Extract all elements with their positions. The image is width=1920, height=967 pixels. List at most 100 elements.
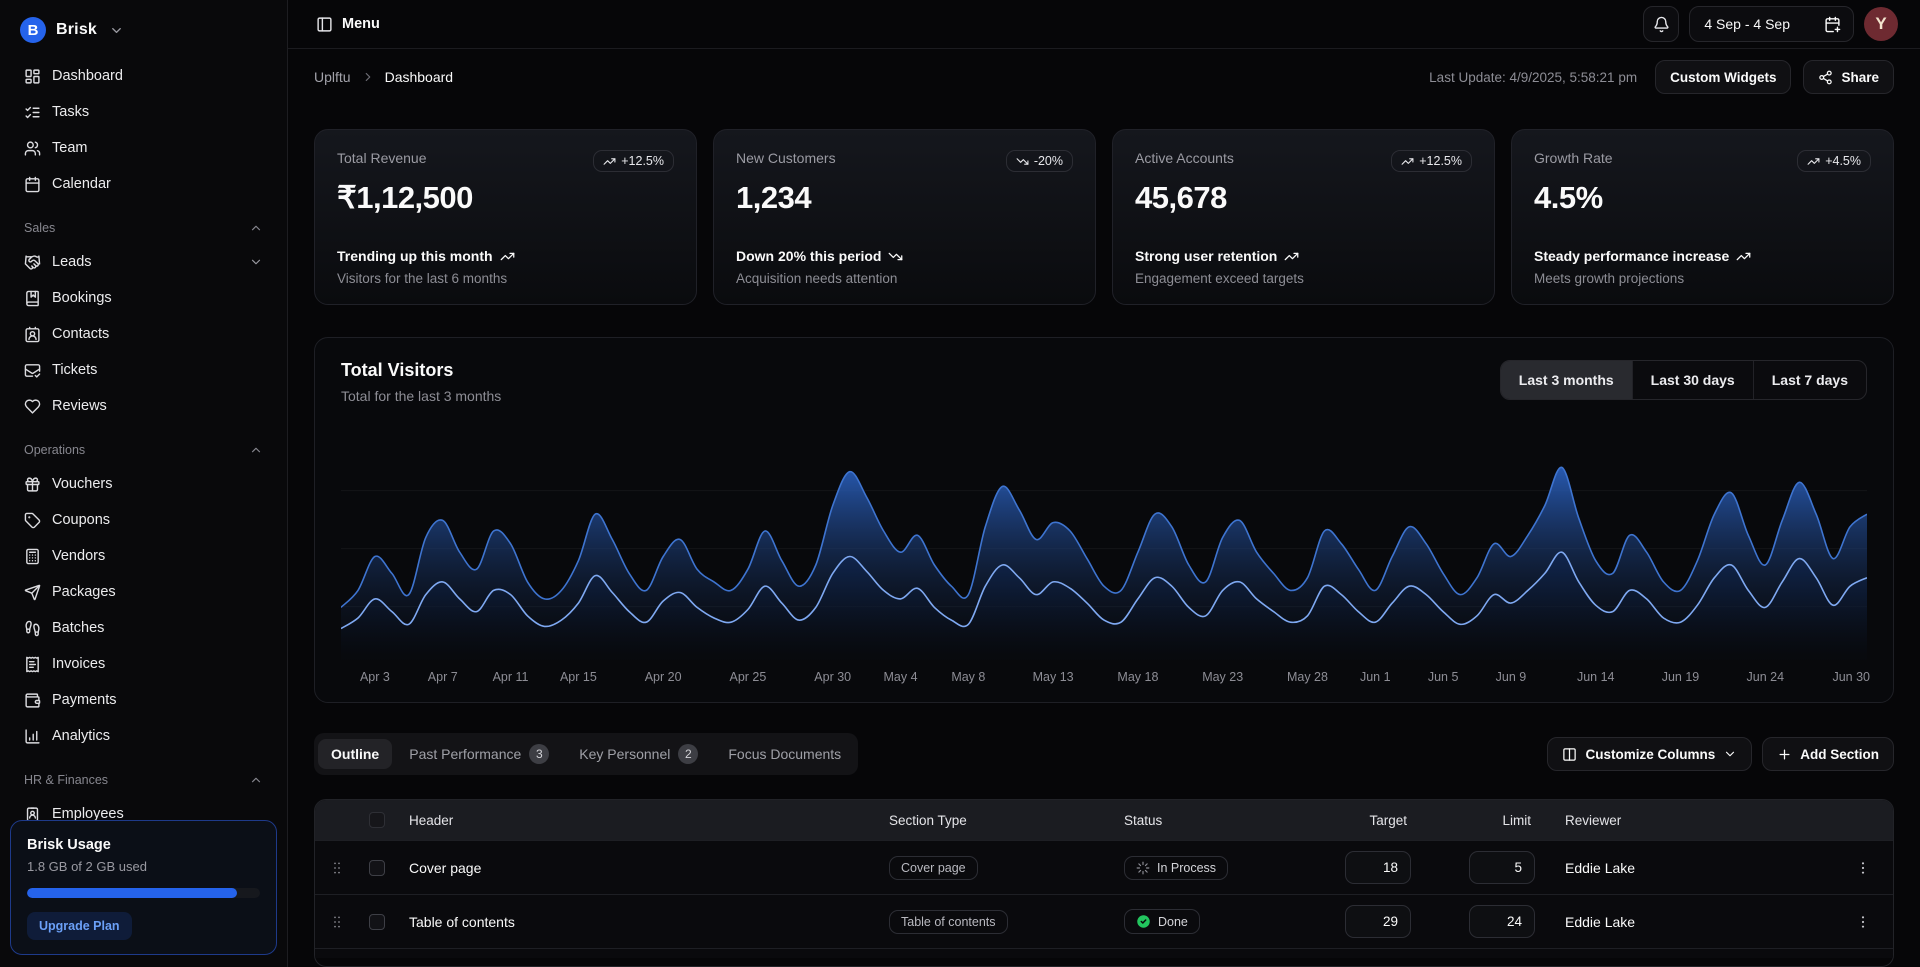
breadcrumb-root[interactable]: Uplftu <box>314 69 351 85</box>
breadcrumb-current: Dashboard <box>385 69 454 85</box>
tab-focus-documents[interactable]: Focus Documents <box>715 739 854 769</box>
reviewer-name: Eddie Lake <box>1565 860 1635 876</box>
chevron-down-icon <box>249 255 263 269</box>
sidebar-item-dashboard[interactable]: Dashboard <box>16 58 271 94</box>
notifications-button[interactable] <box>1643 6 1679 42</box>
row-checkbox[interactable] <box>369 860 385 876</box>
last-update-text: Last Update: 4/9/2025, 5:58:21 pm <box>1429 70 1637 85</box>
table-row-clipped <box>315 948 1893 958</box>
x-tick-label: Apr 7 <box>428 670 458 684</box>
upgrade-plan-button[interactable]: Upgrade Plan <box>27 912 132 940</box>
x-tick-label: May 23 <box>1202 670 1243 684</box>
chart-column-icon <box>24 728 41 745</box>
stat-card-active-accounts: Active Accounts+12.5%45,678Strong user r… <box>1112 129 1495 305</box>
circle-check-icon <box>1136 914 1151 929</box>
table-header-row: HeaderSection TypeStatusTargetLimitRevie… <box>315 800 1893 840</box>
stat-footer-title: Trending up this month <box>337 248 674 264</box>
stat-trend-badge: -20% <box>1006 150 1073 172</box>
sidebar-group-operations[interactable]: Operations <box>16 434 271 466</box>
sidebar-item-leads[interactable]: Leads <box>16 244 271 280</box>
calendar-icon <box>24 176 41 193</box>
target-input[interactable]: 18 <box>1345 851 1411 884</box>
reviewer-name: Eddie Lake <box>1565 914 1635 930</box>
table-row: Table of contentsTable of contentsDone29… <box>315 894 1893 948</box>
x-tick-label: Jun 19 <box>1662 670 1700 684</box>
share-button[interactable]: Share <box>1803 60 1894 94</box>
trending-up-icon <box>1401 155 1414 168</box>
tab-past-performance[interactable]: Past Performance3 <box>396 737 562 771</box>
sidebar-group-hr-finances[interactable]: HR & Finances <box>16 764 271 796</box>
chevron-down-icon <box>109 23 124 38</box>
sidebar-item-tasks[interactable]: Tasks <box>16 94 271 130</box>
limit-input[interactable]: 5 <box>1469 851 1535 884</box>
target-input[interactable]: 29 <box>1345 905 1411 938</box>
menu-button[interactable]: Menu <box>308 10 388 39</box>
sidebar-item-contacts[interactable]: Contacts <box>16 316 271 352</box>
sidebar-item-label: Batches <box>52 620 263 636</box>
stat-card-new-customers: New Customers-20%1,234Down 20% this peri… <box>713 129 1096 305</box>
limit-input[interactable]: 24 <box>1469 905 1535 938</box>
row-header-link[interactable]: Table of contents <box>409 914 515 930</box>
x-tick-label: May 18 <box>1117 670 1158 684</box>
custom-widgets-button[interactable]: Custom Widgets <box>1655 60 1791 94</box>
sidebar-item-reviews[interactable]: Reviews <box>16 388 271 424</box>
row-menu-button[interactable] <box>1847 906 1879 938</box>
sidebar-item-calendar[interactable]: Calendar <box>16 166 271 202</box>
select-all-checkbox[interactable] <box>369 812 385 828</box>
sidebar-item-batches[interactable]: Batches <box>16 610 271 646</box>
customize-columns-button[interactable]: Customize Columns <box>1547 737 1752 771</box>
trending-up-icon <box>1807 155 1820 168</box>
period-tab-last-3-months[interactable]: Last 3 months <box>1501 361 1632 399</box>
row-checkbox[interactable] <box>369 914 385 930</box>
sidebar-item-label: Vendors <box>52 548 263 564</box>
add-section-button[interactable]: Add Section <box>1762 737 1894 771</box>
sidebar-group-sales[interactable]: Sales <box>16 212 271 244</box>
section-tabs: OutlinePast Performance3Key Personnel2Fo… <box>314 733 858 775</box>
drag-handle[interactable] <box>315 914 359 930</box>
sidebar-item-analytics[interactable]: Analytics <box>16 718 271 754</box>
sidebar-item-tickets[interactable]: Tickets <box>16 352 271 388</box>
period-tab-last-7-days[interactable]: Last 7 days <box>1753 361 1866 399</box>
bell-icon <box>1653 16 1670 33</box>
sidebar-item-team[interactable]: Team <box>16 130 271 166</box>
users-icon <box>24 140 41 157</box>
sidebar-item-coupons[interactable]: Coupons <box>16 502 271 538</box>
columns-icon <box>1562 747 1577 762</box>
stat-footer-title: Down 20% this period <box>736 248 1073 264</box>
brand-switcher[interactable]: B Brisk <box>16 10 271 50</box>
sidebar-item-invoices[interactable]: Invoices <box>16 646 271 682</box>
sidebar-item-label: Tickets <box>52 362 263 378</box>
x-tick-label: May 28 <box>1287 670 1328 684</box>
row-menu-button[interactable] <box>1847 852 1879 884</box>
tab-outline[interactable]: Outline <box>318 739 392 769</box>
sidebar-item-payments[interactable]: Payments <box>16 682 271 718</box>
chevron-up-icon <box>249 221 263 235</box>
sidebar-item-label: Bookings <box>52 290 263 306</box>
layout-dashboard-icon <box>24 68 41 85</box>
sidebar-item-vouchers[interactable]: Vouchers <box>16 466 271 502</box>
ellipsis-vertical-icon <box>1855 860 1871 876</box>
chart-title: Total Visitors <box>341 360 501 381</box>
sidebar-item-packages[interactable]: Packages <box>16 574 271 610</box>
handshake-icon <box>24 254 41 271</box>
avatar[interactable]: Y <box>1864 7 1898 41</box>
stat-footer-subtitle: Meets growth projections <box>1534 271 1871 286</box>
sidebar-item-vendors[interactable]: Vendors <box>16 538 271 574</box>
sidebar-item-bookings[interactable]: Bookings <box>16 280 271 316</box>
date-range-button[interactable]: 4 Sep - 4 Sep <box>1689 6 1854 42</box>
column-section-type: Section Type <box>879 813 1114 828</box>
row-header-link[interactable]: Cover page <box>409 860 481 876</box>
period-tab-last-30-days[interactable]: Last 30 days <box>1632 361 1753 399</box>
stat-badge-value: +12.5% <box>621 154 664 168</box>
area-chart <box>341 428 1867 660</box>
x-tick-label: Apr 20 <box>645 670 682 684</box>
stat-footer-subtitle: Acquisition needs attention <box>736 271 1073 286</box>
section-type-badge: Table of contents <box>889 910 1008 934</box>
menu-label: Menu <box>342 16 380 32</box>
stat-cards-row: Total Revenue+12.5%₹1,12,500Trending up … <box>314 129 1894 305</box>
group-label-text: Sales <box>24 221 55 235</box>
tab-key-personnel[interactable]: Key Personnel2 <box>566 737 711 771</box>
drag-handle[interactable] <box>315 860 359 876</box>
add-section-label: Add Section <box>1800 747 1879 762</box>
sidebar-item-label: Team <box>52 140 263 156</box>
